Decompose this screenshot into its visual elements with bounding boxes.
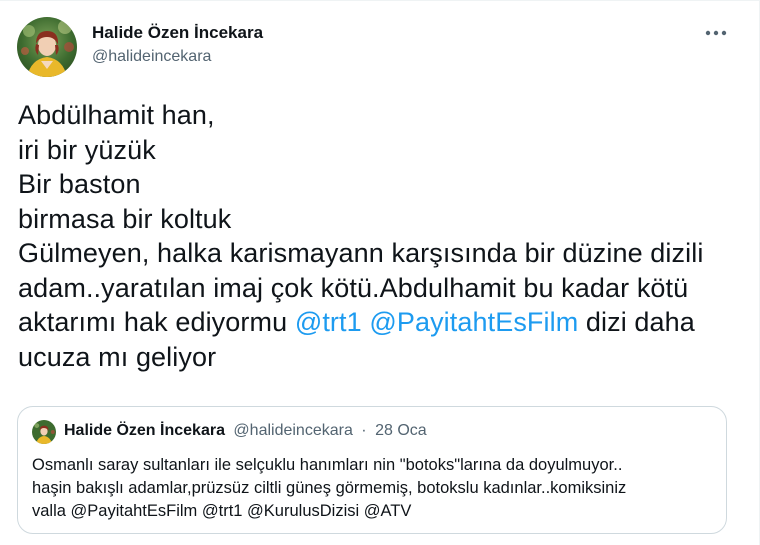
tweet-card: Halide Özen İncekara @halideincekara Abd… [0,0,760,545]
tweet-text-segment: dizi daha [578,307,695,337]
tweet-text-segment: adam..yaratılan imaj çok kötü.Abdulhamit… [18,272,689,303]
avatar-photo [17,17,77,77]
author-name[interactable]: Halide Özen İncekara [92,23,263,43]
tweet-text-line: Bir baston [18,167,748,202]
tweet-text-segment: ucuza mı geliyor [18,341,217,372]
tweet-text-segment: birmasa bir koltuk [18,203,232,234]
mention-link[interactable]: @trt1 [295,307,362,337]
quoted-tweet[interactable]: Halide Özen İncekara @halideincekara · 2… [17,406,727,534]
quoted-text: Osmanlı saray sultanları ile selçuklu ha… [32,454,712,523]
tweet-text: Abdülhamit han, iri bir yüzük Bir baston bi… [18,98,748,374]
tweet-text-line: iri bir yüzük [18,133,748,168]
quoted-text-line: valla @PayitahtEsFilm @trt1 @KurulusDizi… [32,502,412,520]
quoted-text-line: haşin bakışlı adamlar,prüzsüz ciltli gün… [32,479,627,497]
tweet-text-line: Gülmeyen, halka karismayann karşısında b… [18,236,748,271]
quoted-author-name: Halide Özen İncekara [64,422,225,439]
more-horizontal-icon [705,30,727,36]
author-handle[interactable]: @halideincekara [92,48,211,66]
quoted-separator: · [361,422,367,439]
tweet-text-line: ucuza mı geliyor [18,340,748,375]
tweet-text-line: Abdülhamit han, [18,98,748,133]
quoted-author-handle: @halideincekara [233,422,353,439]
tweet-text-segment: aktarımı hak ediyormu [18,307,295,337]
tweet-text-segment: Bir baston [18,169,141,199]
author-avatar[interactable] [17,17,77,77]
quoted-text-line: Osmanlı saray sultanları ile selçuklu ha… [32,456,623,474]
avatar-photo [32,420,56,444]
more-options-button[interactable] [703,23,729,43]
tweet-text-segment: Gülmeyen, halka karismayann karşısında b… [18,238,704,268]
tweet-text-line: birmasa bir koltuk [18,202,748,237]
tweet-text-line: aktarımı hak ediyormu @trt1 @PayitahtEsF… [18,305,748,340]
tweet-text-segment: iri bir yüzük [18,134,156,165]
quoted-date[interactable]: 28 Oca [375,422,427,439]
tweet-text-line: adam..yaratılan imaj çok kötü.Abdulhamit… [18,271,748,306]
mention-link[interactable]: @PayitahtEsFilm [369,307,578,337]
quoted-header: Halide Özen İncekara @halideincekara · 2… [64,422,427,440]
quoted-author-avatar [32,420,56,444]
tweet-text-segment: Abdülhamit han, [18,100,215,130]
